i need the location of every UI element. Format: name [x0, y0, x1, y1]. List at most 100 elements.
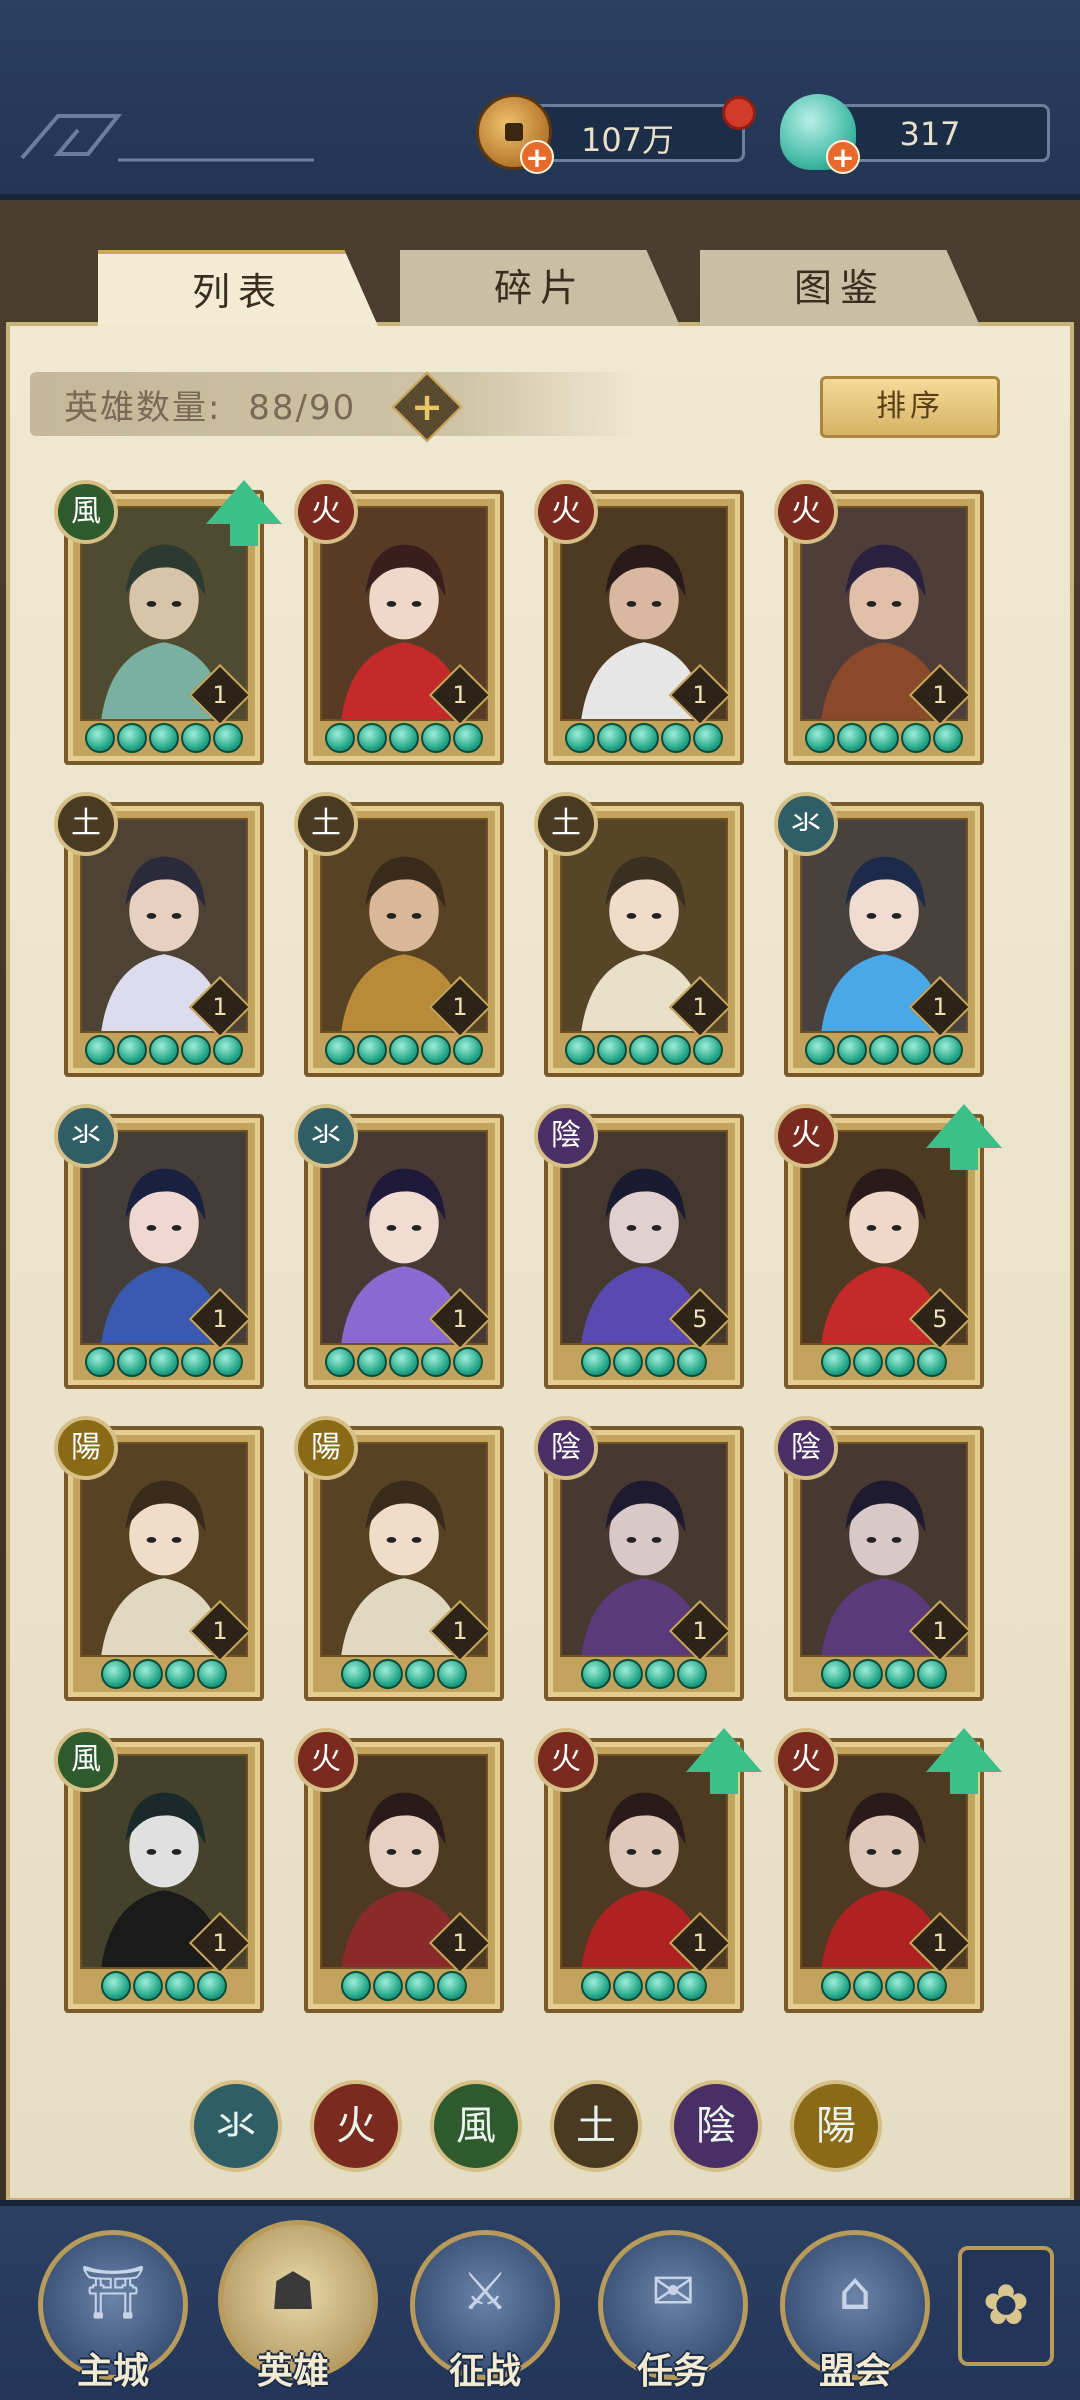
nav-label: 任务 — [636, 2351, 709, 2392]
hero-star-rating — [318, 1347, 490, 1379]
hero-star-rating — [558, 723, 730, 755]
filter-wind-button[interactable]: 風 — [430, 2080, 522, 2172]
jade-star-icon — [933, 723, 963, 753]
jade-star-icon — [661, 723, 691, 753]
add-coins-button[interactable]: + — [520, 140, 554, 174]
filter-yin-button[interactable]: 陰 — [670, 2080, 762, 2172]
fire-element-icon: 火 — [294, 1728, 358, 1792]
flower-menu-icon[interactable]: ✿ — [958, 2246, 1054, 2366]
jade-star-icon — [613, 1971, 643, 2001]
jade-star-icon — [885, 1971, 915, 2001]
jade-star-icon — [325, 1347, 355, 1377]
hero-star-rating — [558, 1347, 730, 1379]
hero-card[interactable]: 陰1 — [774, 1416, 984, 1701]
jade-star-icon — [677, 1971, 707, 2001]
hero-level: 1 — [452, 1929, 468, 1957]
jade-star-icon — [917, 1347, 947, 1377]
jade-star-icon — [181, 723, 211, 753]
jade-star-icon — [117, 1347, 147, 1377]
hero-card[interactable]: 火5 — [774, 1104, 1002, 1389]
hero-star-rating — [798, 1035, 970, 1067]
jade-star-icon — [629, 723, 659, 753]
jade-star-icon — [405, 1659, 435, 1689]
battle-icon: ⚔ — [461, 2262, 509, 2322]
hero-level: 1 — [212, 681, 228, 709]
jade-star-icon — [85, 1035, 115, 1065]
hero-card[interactable]: 火1 — [774, 480, 984, 765]
element-filter-row: 氺火風土陰陽 — [190, 2080, 910, 2180]
jade-star-icon — [661, 1035, 691, 1065]
hero-star-rating — [798, 1971, 970, 2003]
jade-star-icon — [101, 1659, 131, 1689]
jade-star-icon — [341, 1971, 371, 2001]
hero-card[interactable]: 陰1 — [534, 1416, 744, 1701]
filter-water-button[interactable]: 氺 — [190, 2080, 282, 2172]
hero-card[interactable]: 陽1 — [294, 1416, 504, 1701]
hero-card[interactable]: 土1 — [54, 792, 264, 1077]
hero-level: 5 — [932, 1305, 948, 1333]
hero-card[interactable]: 火1 — [294, 480, 504, 765]
upgrade-arrow-icon — [926, 1728, 1002, 1794]
jade-star-icon — [885, 1659, 915, 1689]
fire-element-icon: 火 — [534, 1728, 598, 1792]
hero-card[interactable]: 火1 — [774, 1728, 1002, 2013]
hero-count-label: 英雄数量: — [64, 388, 222, 428]
tab-atlas[interactable]: 图鉴 — [700, 250, 980, 326]
hero-card[interactable]: 火1 — [534, 1728, 762, 2013]
hero-card[interactable]: 風1 — [54, 480, 282, 765]
upgrade-arrow-icon — [206, 480, 282, 546]
jade-star-icon — [117, 723, 147, 753]
add-jade-button[interactable]: + — [826, 140, 860, 174]
hero-card[interactable]: 氺1 — [294, 1104, 504, 1389]
jade-star-icon — [901, 723, 931, 753]
tab-list[interactable]: 列表 — [98, 250, 378, 326]
jade-star-icon — [677, 1347, 707, 1377]
hero-card[interactable]: 火1 — [294, 1728, 504, 2013]
jade-star-icon — [581, 1347, 611, 1377]
hero-level: 1 — [932, 993, 948, 1021]
hero-card[interactable]: 火1 — [534, 480, 744, 765]
jade-star-icon — [133, 1659, 163, 1689]
hero-card[interactable]: 陰5 — [534, 1104, 744, 1389]
hero-star-rating — [798, 1347, 970, 1379]
hero-card[interactable]: 土1 — [294, 792, 504, 1077]
jade-star-icon — [693, 723, 723, 753]
hero-star-rating — [318, 1659, 490, 1691]
hero-level: 1 — [212, 1305, 228, 1333]
jade-star-icon — [373, 1971, 403, 2001]
hero-level: 1 — [212, 1617, 228, 1645]
hero-level: 1 — [212, 993, 228, 1021]
hero-level: 1 — [692, 1929, 708, 1957]
jade-star-icon — [357, 723, 387, 753]
filter-yang-button[interactable]: 陽 — [790, 2080, 882, 2172]
jade-star-icon — [917, 1659, 947, 1689]
filter-fire-button[interactable]: 火 — [310, 2080, 402, 2172]
earth-element-icon: 土 — [54, 792, 118, 856]
sort-button[interactable]: 排序 — [820, 376, 1000, 438]
hero-star-rating — [78, 1659, 250, 1691]
hero-card[interactable]: 陽1 — [54, 1416, 264, 1701]
filter-earth-button[interactable]: 土 — [550, 2080, 642, 2172]
jade-star-icon — [85, 1347, 115, 1377]
hero-card[interactable]: 氺1 — [54, 1104, 264, 1389]
fire-element-icon: 火 — [294, 480, 358, 544]
hero-card[interactable]: 風1 — [54, 1728, 264, 2013]
plus-icon: + — [411, 385, 443, 429]
jade-star-icon — [613, 1659, 643, 1689]
jade-star-icon — [213, 1035, 243, 1065]
water-element-icon: 氺 — [54, 1104, 118, 1168]
jade-star-icon — [213, 1347, 243, 1377]
tab-fragments[interactable]: 碎片 — [400, 250, 680, 326]
yin-element-icon: 陰 — [534, 1104, 598, 1168]
hero-star-rating — [78, 1035, 250, 1067]
fire-element-icon: 火 — [774, 480, 838, 544]
jade-star-icon — [677, 1659, 707, 1689]
hero-card[interactable]: 氺1 — [774, 792, 984, 1077]
hero-level: 1 — [932, 1617, 948, 1645]
hero-level: 1 — [932, 681, 948, 709]
fire-element-icon: 火 — [774, 1728, 838, 1792]
jade-star-icon — [101, 1971, 131, 2001]
jade-star-icon — [421, 1035, 451, 1065]
hero-card[interactable]: 土1 — [534, 792, 744, 1077]
jade-star-icon — [885, 1347, 915, 1377]
